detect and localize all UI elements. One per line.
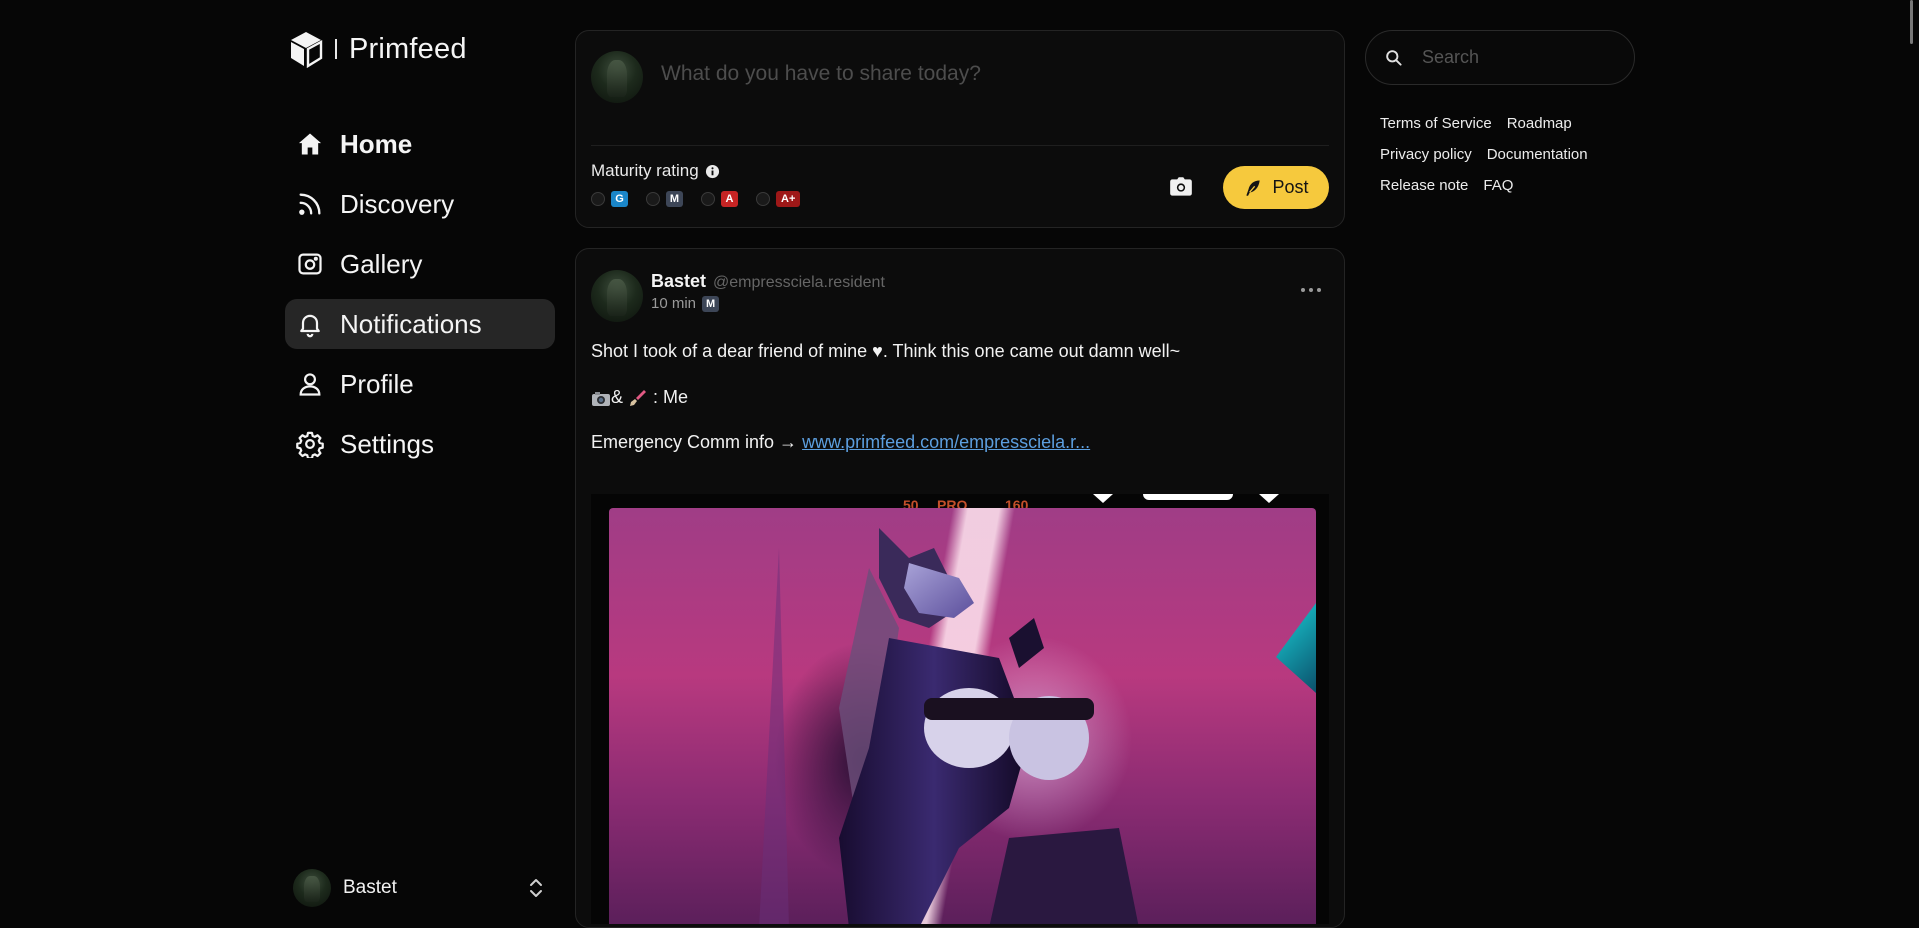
composer-input[interactable]: What do you have to share today? (661, 62, 981, 86)
maturity-rating-options: G M A A+ (591, 191, 818, 207)
rating-badge-m: M (666, 191, 683, 207)
rating-radio-m[interactable] (646, 192, 660, 206)
search-input[interactable] (1420, 46, 1624, 69)
chevron-up-down-icon (530, 879, 542, 897)
current-user-name: Bastet (343, 877, 397, 898)
cube-logo-icon (291, 32, 323, 68)
teal-accent (1276, 603, 1316, 693)
post-button-label: Post (1272, 177, 1309, 197)
sidebar-nav: Home Discovery Gallery Notifications Pro… (285, 119, 555, 479)
nav-item-label: Settings (340, 428, 434, 459)
documentation-link[interactable]: Documentation (1487, 146, 1588, 163)
gallery-icon (295, 249, 325, 279)
divider (591, 145, 1329, 146)
ampersand-text: & (611, 387, 624, 407)
camera-emoji-icon (592, 391, 610, 406)
frame-marker (1259, 494, 1279, 503)
scrollbar[interactable] (1910, 0, 1913, 44)
post-timestamp: 10 min (651, 295, 697, 312)
rss-icon (295, 189, 325, 219)
maturity-rating-label: Maturity rating (591, 161, 720, 181)
post-author: Bastet @empressciela.resident (651, 271, 885, 292)
post-text-rest: : Me (653, 387, 689, 407)
rating-badge-g: G (611, 191, 628, 207)
nav-item-label: Profile (340, 368, 414, 399)
nav-item-gallery[interactable]: Gallery (285, 239, 555, 289)
author-handle[interactable]: @empressciela.resident (713, 274, 885, 292)
privacy-policy-link[interactable]: Privacy policy (1380, 146, 1472, 163)
nav-item-settings[interactable]: Settings (285, 419, 555, 469)
post-image[interactable]: 50 PRO 160 (591, 494, 1329, 924)
info-icon[interactable] (705, 164, 720, 179)
logo-divider (335, 39, 337, 59)
rating-radio-a-plus[interactable] (756, 192, 770, 206)
app-logo[interactable]: Primfeed (289, 29, 467, 69)
roadmap-link[interactable]: Roadmap (1507, 115, 1572, 132)
footer-links: Terms of Service Roadmap Privacy policy … (1380, 115, 1640, 208)
nav-item-discovery[interactable]: Discovery (285, 179, 555, 229)
nav-item-label: Notifications (340, 308, 482, 339)
nav-item-label: Gallery (340, 248, 423, 279)
nav-item-profile[interactable]: Profile (285, 359, 555, 409)
feed-post: Bastet @empressciela.resident 10 min M S… (575, 248, 1345, 928)
rating-badge-a: A (721, 191, 738, 207)
home-icon (295, 129, 325, 159)
search-icon (1386, 50, 1402, 66)
gear-icon (295, 429, 325, 459)
user-icon (295, 369, 325, 399)
avatar (591, 51, 643, 103)
post-button[interactable]: Post (1223, 166, 1329, 209)
post-meta: 10 min M (651, 295, 737, 312)
bell-icon (295, 309, 325, 339)
paintbrush-emoji-icon (630, 389, 647, 406)
nav-item-label: Discovery (340, 188, 455, 219)
rating-badge-a-plus: A+ (776, 191, 801, 207)
nav-item-label: Home (340, 128, 413, 159)
post-text-line: & : Me (591, 387, 688, 408)
post-text-prefix: Emergency Comm info → (591, 432, 803, 452)
post-rating-badge: M (702, 295, 720, 312)
feather-icon (1246, 180, 1261, 196)
avatar (293, 869, 331, 907)
nav-item-home[interactable]: Home (285, 119, 555, 169)
camera-icon[interactable] (1168, 174, 1194, 200)
post-text-line: Shot I took of a dear friend of mine ♥. … (591, 341, 1181, 361)
search-bar[interactable] (1365, 30, 1635, 85)
account-switcher[interactable]: Bastet (293, 869, 553, 907)
release-note-link[interactable]: Release note (1380, 177, 1468, 194)
frame-marker (1093, 494, 1113, 503)
post-text-line: Emergency Comm info → www.primfeed.com/e… (591, 432, 1090, 453)
character-figure (759, 528, 1139, 924)
frame-bar (1143, 494, 1233, 500)
maturity-label-text: Maturity rating (591, 161, 699, 180)
author-avatar[interactable] (591, 270, 643, 322)
author-name[interactable]: Bastet (651, 271, 706, 292)
more-options-icon[interactable] (1300, 287, 1322, 293)
rating-radio-a[interactable] (701, 192, 715, 206)
faq-link[interactable]: FAQ (1483, 177, 1513, 194)
post-link[interactable]: www.primfeed.com/empressciela.r... (802, 432, 1090, 452)
post-composer: What do you have to share today? Maturit… (575, 30, 1345, 228)
app-name: Primfeed (349, 32, 467, 65)
terms-of-service-link[interactable]: Terms of Service (1380, 115, 1492, 132)
photo-content (609, 508, 1316, 924)
rating-radio-g[interactable] (591, 192, 605, 206)
nav-item-notifications[interactable]: Notifications (285, 299, 555, 349)
